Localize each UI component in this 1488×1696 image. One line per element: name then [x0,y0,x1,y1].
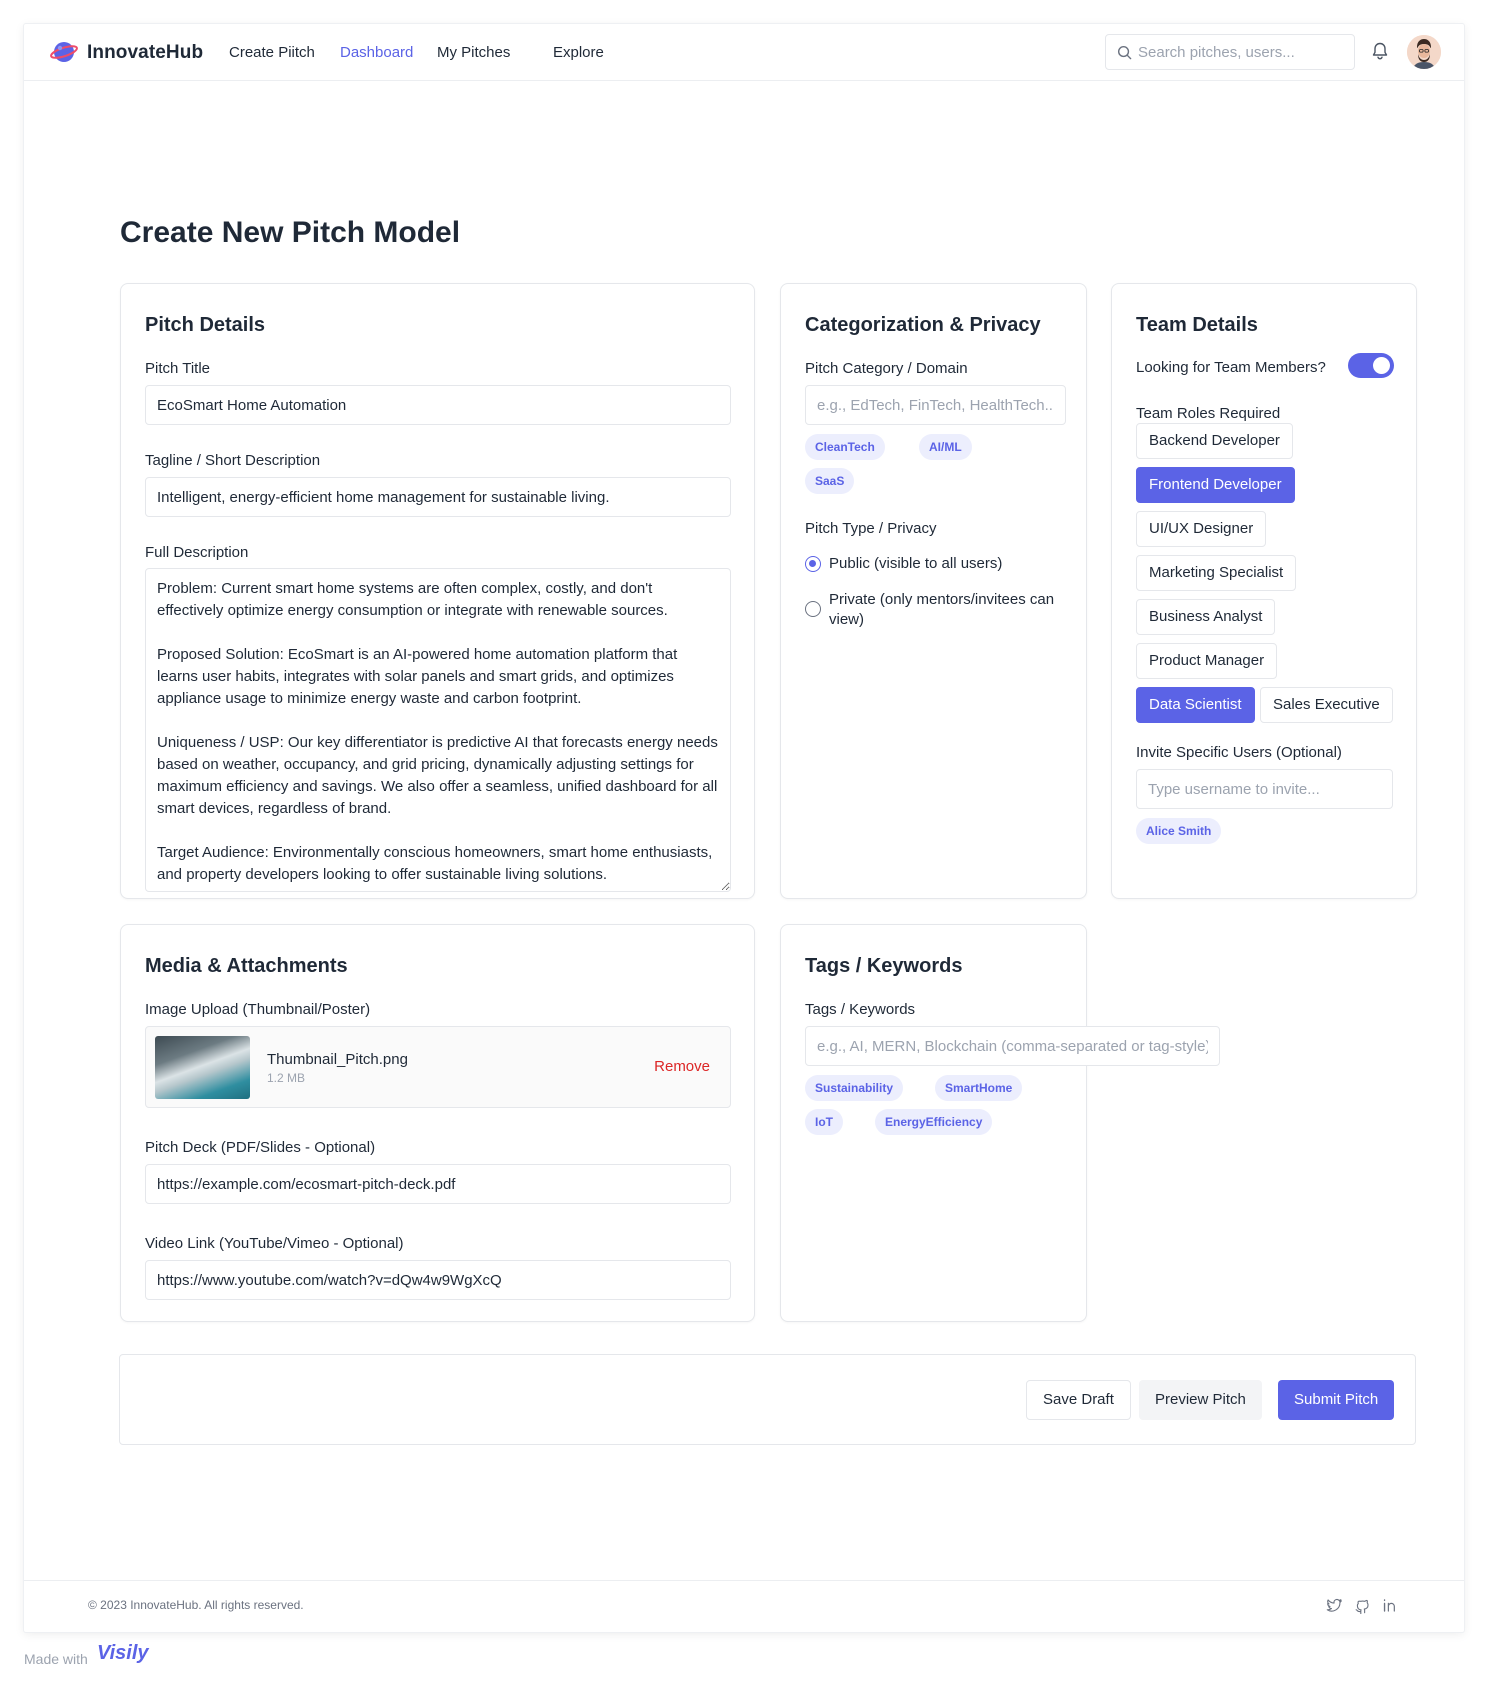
twitter-icon[interactable] [1326,1597,1343,1614]
thumbnail-preview-image [155,1036,250,1099]
role-chip-marketing-specialist[interactable]: Marketing Specialist [1136,555,1297,591]
remove-file-button[interactable]: Remove [654,1058,710,1075]
media-card: Media & Attachments Image Upload (Thumbn… [120,924,755,1322]
nav-create-pitch[interactable]: Create Piitch [229,44,315,61]
role-chip-backend-developer[interactable]: Backend Developer [1136,423,1293,459]
file-name: Thumbnail_Pitch.png [267,1051,408,1068]
search-icon [1117,45,1132,60]
role-chip-frontend-developer[interactable]: Frontend Developer [1136,467,1295,503]
category-label: Pitch Category / Domain [805,360,968,377]
video-link-input[interactable] [145,1260,731,1300]
pitch-deck-label: Pitch Deck (PDF/Slides - Optional) [145,1139,376,1156]
made-with-text: Made with [24,1651,88,1667]
privacy-public-option[interactable]: Public (visible to all users) [805,554,1065,576]
top-navbar: InnovateHub Create Piitch Dashboard My P… [24,24,1464,81]
tags-input[interactable] [805,1026,1220,1066]
visily-logo[interactable]: Visily [97,1642,149,1665]
pitch-title-input[interactable] [145,385,731,425]
user-avatar[interactable] [1407,35,1441,69]
uploaded-file-row: Thumbnail_Pitch.png 1.2 MB Remove [145,1026,731,1108]
tags-label: Tags / Keywords [805,1001,916,1018]
role-chip-product-manager[interactable]: Product Manager [1136,643,1278,679]
tag-chip[interactable]: Sustainability [805,1075,904,1101]
invite-input[interactable] [1136,769,1393,809]
privacy-label: Pitch Type / Privacy [805,520,937,537]
tagline-label: Tagline / Short Description [145,452,321,469]
role-chip-data-scientist[interactable]: Data Scientist [1136,687,1255,723]
image-upload-label: Image Upload (Thumbnail/Poster) [145,1001,371,1018]
avatar-illustration [1407,35,1441,69]
role-chip-ui-ux-designer[interactable]: UI/UX Designer [1136,511,1267,547]
card-title: Categorization & Privacy [805,314,1041,336]
tag-chip[interactable]: EnergyEfficiency [875,1109,993,1135]
video-link-label: Video Link (YouTube/Vimeo - Optional) [145,1235,404,1252]
privacy-private-option[interactable]: Private (only mentors/invitees can view) [805,590,1065,632]
tags-card: Tags / Keywords Tags / Keywords Sustaina… [780,924,1220,1322]
form-actions-bar: Save Draft Preview Pitch Submit Pitch [119,1354,1416,1445]
roles-label: Team Roles Required [1136,405,1281,422]
tag-chip[interactable]: IoT [805,1109,843,1135]
card-title: Media & Attachments [145,955,348,977]
card-title: Tags / Keywords [805,955,963,977]
pitch-title-label: Pitch Title [145,360,211,377]
linkedin-icon[interactable] [1382,1597,1399,1614]
radio-label: Public (visible to all users) [829,555,1003,572]
app-window: InnovateHub Create Piitch Dashboard My P… [24,24,1464,1632]
search-input[interactable] [1138,35,1348,69]
github-icon[interactable] [1354,1597,1371,1614]
radio-label: Private (only mentors/invitees can view) [829,591,1055,628]
planet-logo-icon[interactable] [50,39,78,65]
invited-user-chip[interactable]: Alice Smith [1136,818,1222,844]
description-textarea[interactable]: Problem: Current smart home systems are … [145,568,731,892]
category-chip[interactable]: AI/ML [919,434,972,460]
pitch-deck-input[interactable] [145,1164,731,1204]
nav-explore[interactable]: Explore [553,44,604,61]
page-title: Create New Pitch Model [120,216,461,249]
preview-pitch-button[interactable]: Preview Pitch [1139,1380,1262,1420]
description-label: Full Description [145,544,249,561]
pitch-details-card: Pitch Details Pitch Title Tagline / Shor… [120,283,755,899]
file-size: 1.2 MB [267,1071,306,1085]
category-chip[interactable]: CleanTech [805,434,885,460]
card-title: Team Details [1136,314,1258,336]
footer: © 2023 InnovateHub. All rights reserved. [24,1580,1464,1632]
brand-name[interactable]: InnovateHub [87,42,203,64]
copyright-text: © 2023 InnovateHub. All rights reserved. [88,1598,304,1612]
tag-chip[interactable]: SmartHome [935,1075,1023,1101]
submit-pitch-button[interactable]: Submit Pitch [1278,1380,1395,1420]
nav-dashboard[interactable]: Dashboard [340,44,413,61]
bell-icon[interactable] [1370,41,1390,61]
role-chip-sales-executive[interactable]: Sales Executive [1260,687,1393,723]
team-details-card: Team Details Looking for Team Members? T… [1111,283,1417,899]
looking-for-members-toggle[interactable] [1348,353,1394,378]
search-box [1105,34,1355,70]
category-chip[interactable]: SaaS [805,468,855,494]
invite-label: Invite Specific Users (Optional) [1136,744,1342,761]
nav-my-pitches[interactable]: My Pitches [437,44,510,61]
card-title: Pitch Details [145,314,266,336]
tagline-input[interactable] [145,477,731,517]
looking-for-members-label: Looking for Team Members? [1136,359,1326,376]
save-draft-button[interactable]: Save Draft [1026,1380,1131,1420]
radio-button[interactable] [805,601,821,617]
radio-button[interactable] [805,556,821,572]
categorization-card: Categorization & Privacy Pitch Category … [780,283,1087,899]
role-chip-business-analyst[interactable]: Business Analyst [1136,599,1276,635]
category-input[interactable] [805,385,1066,425]
